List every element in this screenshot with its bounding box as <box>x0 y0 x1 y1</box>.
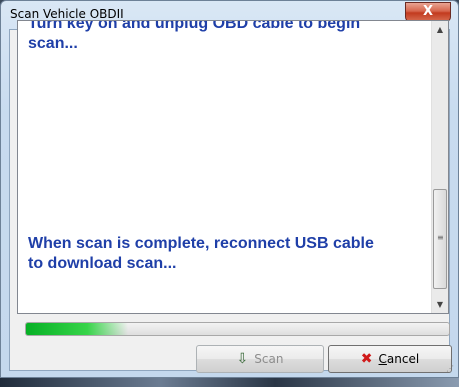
close-icon: X <box>422 4 434 19</box>
scan-button-label: Scan <box>254 352 284 366</box>
resize-grip-icon[interactable]: ⋰ <box>446 365 456 375</box>
grip-icon: ≡ <box>437 233 444 242</box>
cancel-button[interactable]: ✖ Cancel <box>328 345 452 373</box>
progress-fill <box>26 323 128 335</box>
log-message-bottom: When scan is complete, reconnect USB cab… <box>28 235 374 272</box>
scroll-up-arrow-icon[interactable]: ▲ <box>432 21 448 38</box>
log-message-top-cut: Turn key on and unplug OBD cable to begi… <box>28 20 361 32</box>
log-message-top: Turn key on and unplug OBD cable to begi… <box>28 20 423 54</box>
cancel-label-rest: ancel <box>386 352 420 366</box>
window-title: Scan Vehicle OBDII <box>10 7 124 21</box>
scan-log-textbox[interactable]: Turn key on and unplug OBD cable to begi… <box>17 20 449 314</box>
log-message-top-line: scan... <box>28 35 78 52</box>
scan-progress-bar <box>25 322 450 336</box>
scan-dialog: Scan Vehicle OBDII X Turn key on and unp… <box>0 0 459 378</box>
close-button[interactable]: X <box>405 2 451 22</box>
scroll-down-arrow-icon[interactable]: ▼ <box>432 296 448 313</box>
cancel-icon: ✖ <box>360 351 373 367</box>
cancel-button-label: Cancel <box>378 352 420 366</box>
scan-button[interactable]: ⇩ Scan <box>196 345 324 373</box>
vertical-scrollbar[interactable]: ▲ ≡ ▼ <box>431 21 448 313</box>
scan-icon: ⇩ <box>236 351 249 367</box>
scroll-thumb[interactable]: ≡ <box>433 189 447 289</box>
